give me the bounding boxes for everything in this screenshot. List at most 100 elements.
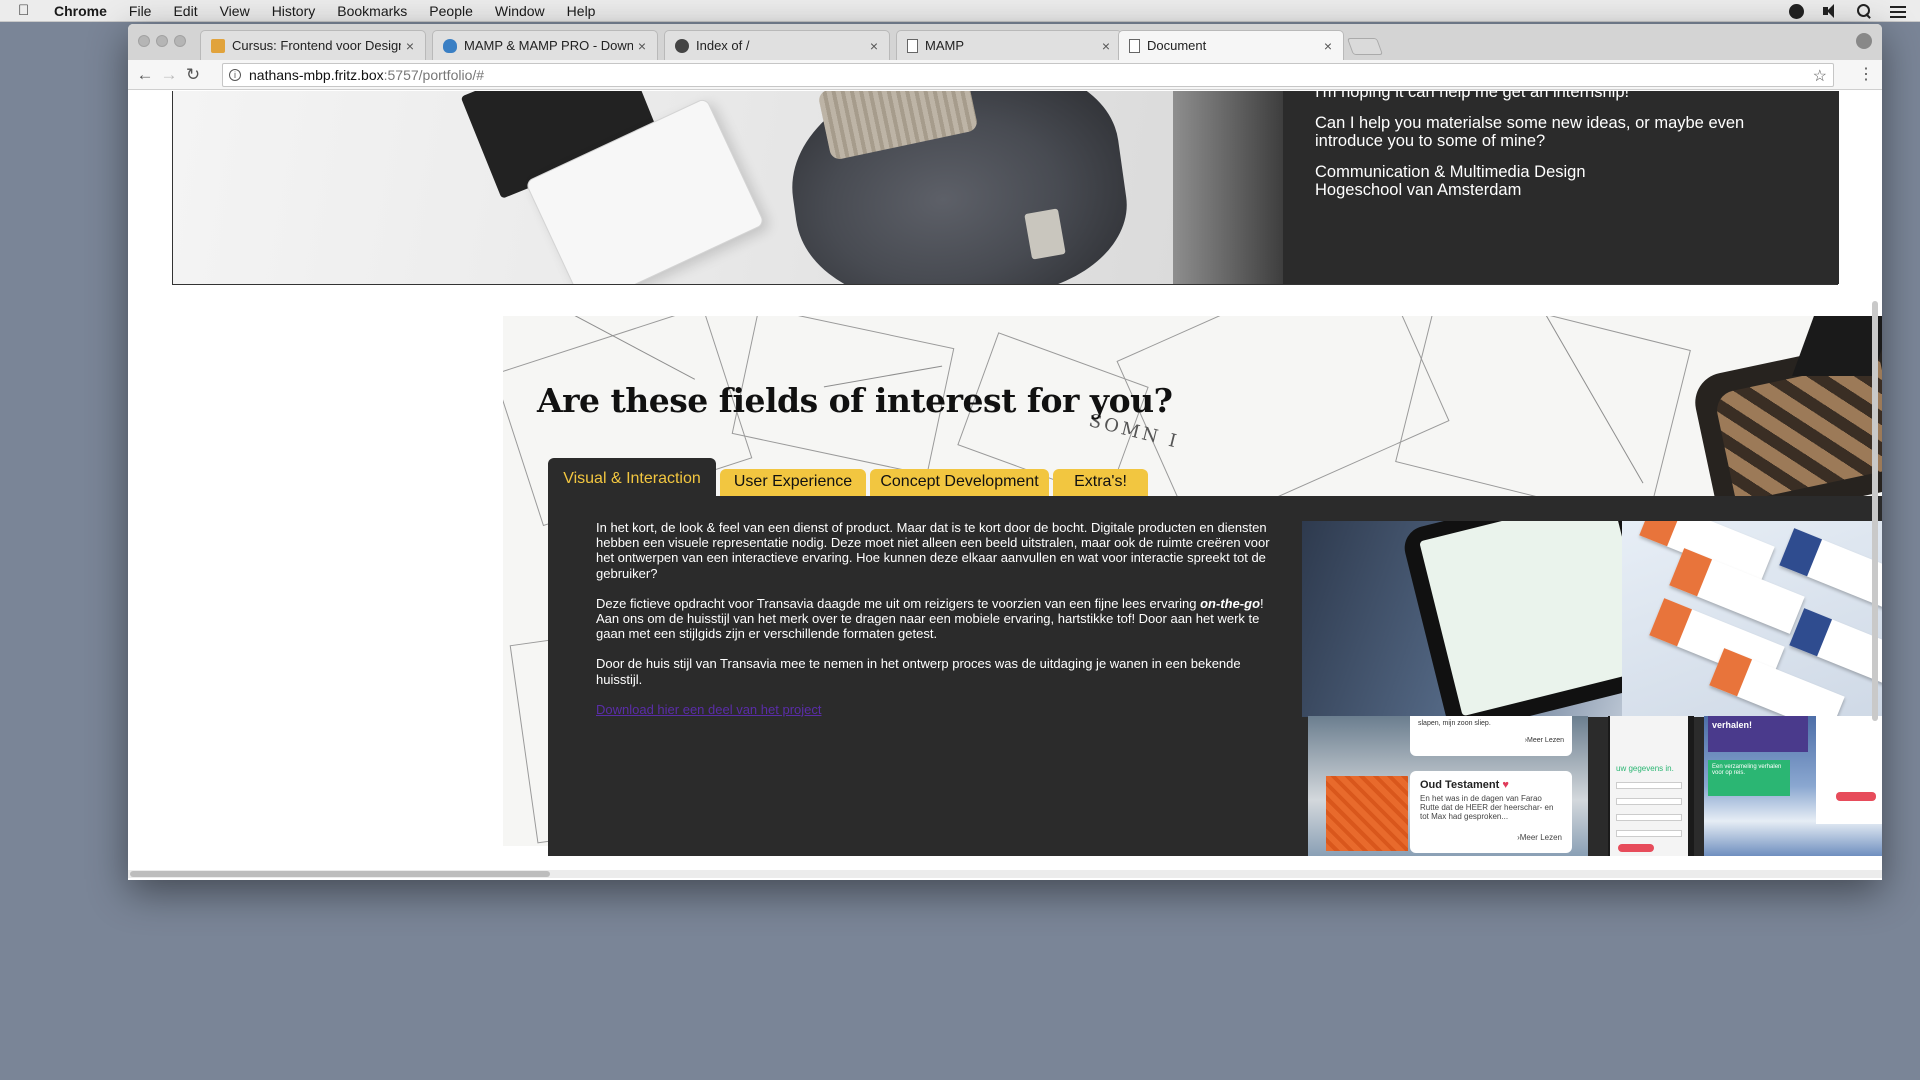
form-submit-shape	[1618, 844, 1654, 852]
panel-text: In het kort, de look & feel van een dien…	[596, 520, 1276, 717]
photo-edge	[1792, 316, 1882, 376]
story-cards-collage	[1622, 521, 1882, 717]
hero-line-school: Hogeschool van Amsterdam	[1315, 181, 1522, 199]
hero-section: I'm hoping it can help me get an interns…	[172, 91, 1839, 285]
forward-button[interactable]: →	[158, 64, 180, 86]
chrome-menu-icon[interactable]: ⋮	[1858, 64, 1874, 84]
status-area	[1789, 0, 1906, 22]
spotlight-search-icon[interactable]	[1856, 3, 1872, 19]
address-bar[interactable]: i nathans-mbp.fritz.box :5757/portfolio/…	[222, 63, 1834, 87]
speaker-icon[interactable]	[1822, 3, 1838, 19]
tab-title: Document	[1147, 38, 1207, 53]
reader-top-card: slapen, mijn zoon sliep. ›Meer Lezen	[1410, 716, 1572, 756]
bookmark-star-icon[interactable]: ☆	[1813, 66, 1827, 86]
back-button[interactable]: ←	[134, 64, 156, 86]
menu-file[interactable]: File	[129, 3, 152, 19]
collection-text: Een verzameling verhalen voor op reis.	[1708, 760, 1790, 796]
new-tab-button[interactable]	[1346, 38, 1384, 55]
project-screenshot-main	[1302, 521, 1882, 717]
hero-photo	[173, 91, 1283, 284]
reader-card: Oud Testament ♥ En het was in de dagen v…	[1410, 771, 1572, 853]
list-icon[interactable]	[1890, 6, 1906, 18]
form-label: uw gegevens in.	[1616, 764, 1674, 773]
project-screenshot-stories: verhalen! Een verzameling verhalen voor …	[1704, 716, 1882, 856]
hero-line-ideas: Can I help you materialse some new ideas…	[1315, 114, 1745, 150]
tab-concept-development[interactable]: Concept Development	[870, 469, 1049, 496]
emphasis-on-the-go: on-the-go	[1200, 595, 1261, 611]
menu-help[interactable]: Help	[567, 3, 596, 19]
form-field	[1616, 830, 1682, 837]
document-favicon	[1129, 38, 1140, 53]
stories-heading: verhalen!	[1708, 716, 1808, 752]
card-thumbnail	[1326, 776, 1408, 851]
form-field	[1616, 814, 1682, 821]
tab-cursus[interactable]: Cursus: Frontend voor Designe ×	[200, 30, 426, 60]
interests-section: SOMN I Are these fields of interest for …	[503, 316, 1882, 880]
dark-circle-icon[interactable]	[1789, 3, 1804, 19]
vertical-scrollbar[interactable]	[1872, 301, 1878, 721]
apple-icon[interactable]: 	[18, 2, 42, 19]
panel-paragraph-transavia: Deze fictieve opdracht voor Transavia da…	[596, 596, 1276, 642]
tab-close-icon[interactable]: ×	[401, 38, 419, 54]
menu-edit[interactable]: Edit	[173, 3, 197, 19]
zoom-window-button[interactable]	[174, 35, 186, 47]
tab-close-icon[interactable]: ×	[865, 38, 883, 54]
tab-extras[interactable]: Extra's!	[1053, 469, 1148, 496]
browser-window: Cursus: Frontend voor Designe × MAMP & M…	[128, 24, 1882, 880]
tab-title: Index of /	[696, 38, 750, 53]
download-project-link[interactable]: Download hier een deel van het project	[596, 702, 821, 717]
stories-submit-shape	[1836, 792, 1876, 801]
sketch-wireframe	[1395, 316, 1691, 525]
horizontal-scrollbar[interactable]	[128, 870, 1882, 878]
tab-close-icon[interactable]: ×	[633, 38, 651, 54]
card-text: En het was in de dagen van Farao Rutte d…	[1420, 794, 1554, 821]
profile-icon[interactable]	[1856, 33, 1872, 49]
menu-view[interactable]: View	[220, 3, 250, 19]
tab-user-experience[interactable]: User Experience	[720, 469, 866, 496]
hero-line-study: Communication & Multimedia Design	[1315, 163, 1586, 181]
panel-paragraph-intro: In het kort, de look & feel van een dien…	[596, 520, 1270, 581]
tab-document[interactable]: Document ×	[1118, 30, 1344, 60]
tab-close-icon[interactable]: ×	[1319, 38, 1337, 54]
card-text: slapen, mijn zoon sliep.	[1418, 720, 1491, 727]
cursus-favicon	[211, 38, 225, 53]
menu-window[interactable]: Window	[495, 3, 545, 19]
tab-close-icon[interactable]: ×	[1097, 38, 1115, 54]
menu-people[interactable]: People	[429, 3, 473, 19]
menu-history[interactable]: History	[272, 3, 316, 19]
url-path: :5757/portfolio/#	[383, 67, 485, 83]
heart-icon: ♥	[1502, 779, 1509, 791]
tab-title: MAMP	[925, 38, 964, 53]
mamp-favicon	[443, 38, 457, 53]
interests-heading: Are these fields of interest for you?	[537, 381, 1173, 420]
url-host: nathans-mbp.fritz.box	[249, 67, 384, 83]
hero-text: I'm hoping it can help me get an interns…	[1283, 91, 1839, 284]
menu-bookmarks[interactable]: Bookmarks	[337, 3, 407, 19]
document-favicon	[907, 38, 918, 53]
project-screenshot-reader: slapen, mijn zoon sliep. ›Meer Lezen Oud…	[1308, 716, 1588, 856]
page-viewport: I'm hoping it can help me get an interns…	[128, 91, 1882, 880]
tab-title: Cursus: Frontend voor Designe	[232, 38, 401, 53]
menu-app-name[interactable]: Chrome	[54, 3, 107, 19]
project-screenshot-form: uw gegevens in.	[1608, 716, 1694, 856]
site-info-icon[interactable]: i	[229, 69, 241, 81]
form-field	[1616, 798, 1682, 805]
read-more-link: ›Meer Lezen	[1517, 833, 1562, 842]
read-more-link: ›Meer Lezen	[1524, 737, 1564, 744]
horizontal-scrollbar-thumb[interactable]	[130, 871, 550, 877]
github-favicon	[675, 38, 689, 53]
card-title: Oud Testament	[1420, 779, 1500, 791]
browser-toolbar: ← → ↻ i nathans-mbp.fritz.box :5757/port…	[128, 60, 1882, 90]
reload-button[interactable]: ↻	[182, 64, 204, 86]
hero-line-internship: I'm hoping it can help me get an interns…	[1315, 91, 1630, 101]
tab-mamp-download[interactable]: MAMP & MAMP PRO - Downlo ×	[432, 30, 658, 60]
menu-bar:  Chrome File Edit View History Bookmark…	[0, 0, 1920, 22]
text-segment: Deze fictieve opdracht voor Transavia da…	[596, 595, 1201, 611]
form-field	[1616, 782, 1682, 789]
tab-mamp[interactable]: MAMP ×	[896, 30, 1122, 60]
close-window-button[interactable]	[138, 35, 150, 47]
minimize-window-button[interactable]	[156, 35, 168, 47]
tab-visual-interaction[interactable]: Visual & Interaction	[548, 458, 716, 496]
tab-index[interactable]: Index of / ×	[664, 30, 890, 60]
stories-form	[1816, 716, 1882, 824]
